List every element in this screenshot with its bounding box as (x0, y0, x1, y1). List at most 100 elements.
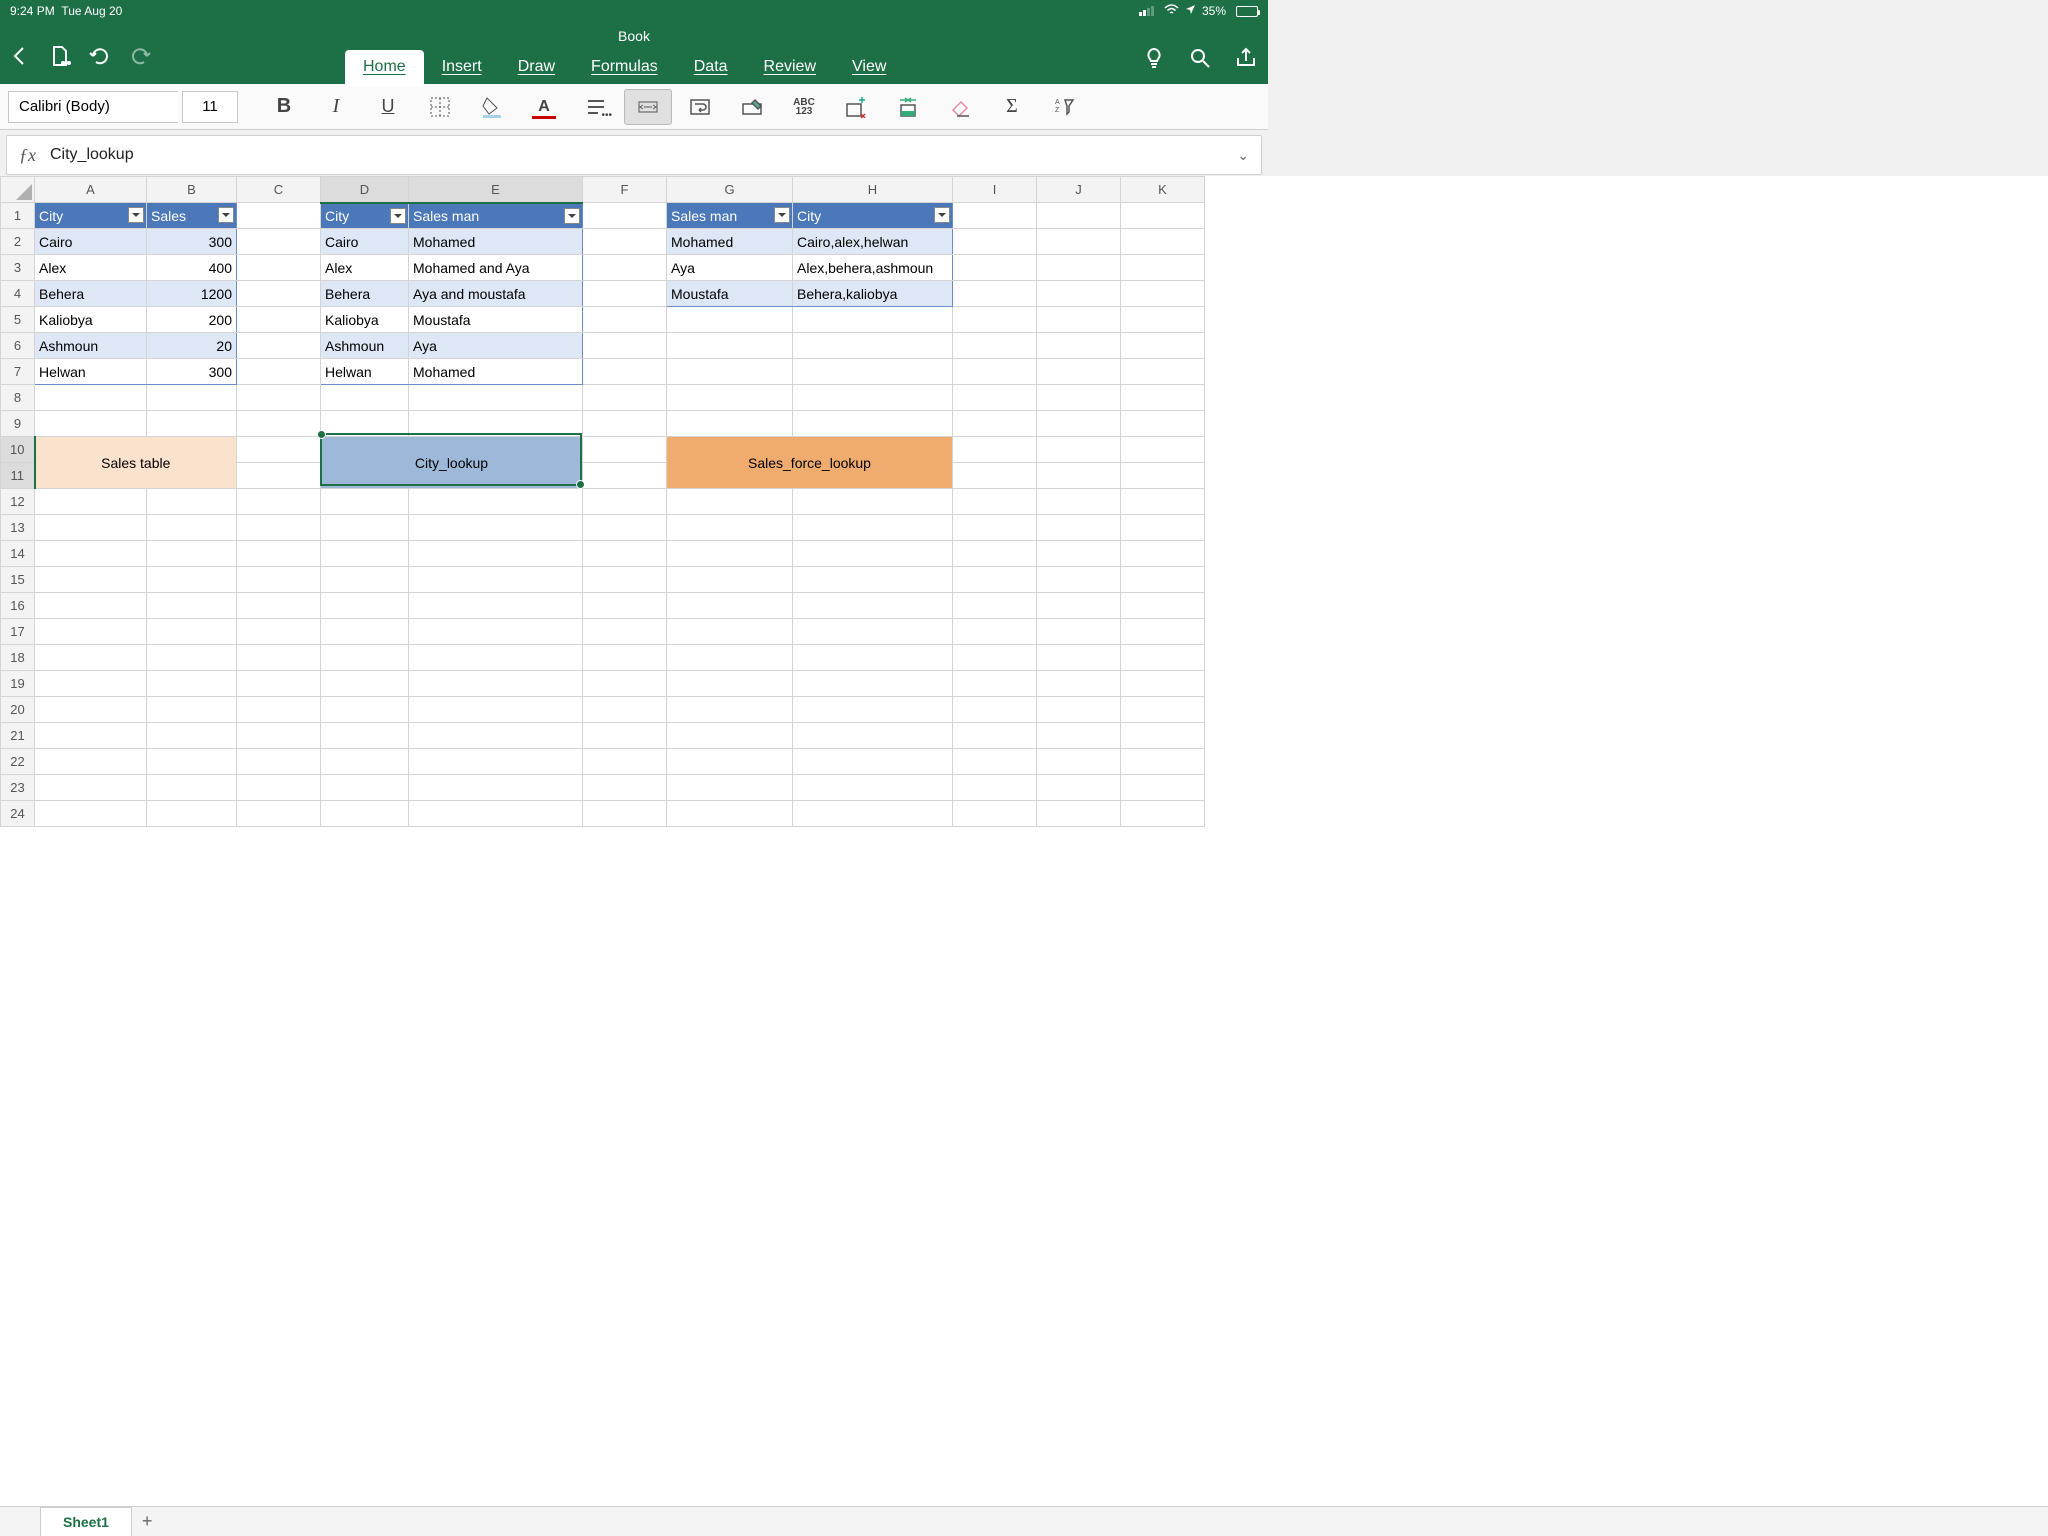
fill-color-button[interactable] (468, 89, 516, 125)
select-all-corner[interactable] (1, 177, 35, 203)
row-5[interactable]: 5 (1, 307, 35, 333)
sheet-table[interactable]: A B C D E F G H I J K 1 City Sales City … (0, 176, 1205, 827)
borders-button[interactable] (416, 89, 464, 125)
cell[interactable]: Alex (321, 255, 409, 281)
row-15[interactable]: 15 (1, 567, 35, 593)
cell[interactable]: 1200 (147, 281, 237, 307)
spreadsheet-grid[interactable]: A B C D E F G H I J K 1 City Sales City … (0, 176, 2048, 1506)
cell[interactable]: Aya and moustafa (409, 281, 583, 307)
cell[interactable]: Moustafa (667, 281, 793, 307)
row-8[interactable]: 8 (1, 385, 35, 411)
cell[interactable]: Cairo (321, 229, 409, 255)
cell[interactable]: Aya (667, 255, 793, 281)
col-G[interactable]: G (667, 177, 793, 203)
row-20[interactable]: 20 (1, 697, 35, 723)
redo-icon[interactable] (128, 44, 152, 68)
cell[interactable]: Alex,behera,ashmoun (793, 255, 953, 281)
cell[interactable]: Mohamed (409, 229, 583, 255)
label-city-lookup[interactable]: City_lookup (321, 437, 583, 489)
row-3[interactable]: 3 (1, 255, 35, 281)
tab-draw[interactable]: Draw (500, 50, 573, 86)
col-C[interactable]: C (237, 177, 321, 203)
filter-dropdown-icon[interactable] (390, 208, 406, 224)
share-icon[interactable] (1234, 46, 1258, 70)
cell[interactable]: Helwan (321, 359, 409, 385)
tab-view[interactable]: View (834, 50, 904, 86)
cell[interactable]: 300 (147, 359, 237, 385)
row-10[interactable]: 10 (1, 437, 35, 463)
cell[interactable]: Behera (321, 281, 409, 307)
col-K[interactable]: K (1121, 177, 1205, 203)
cell[interactable]: Ashmoun (35, 333, 147, 359)
col-F[interactable]: F (583, 177, 667, 203)
col-E[interactable]: E (409, 177, 583, 203)
lightbulb-icon[interactable] (1142, 46, 1166, 70)
row-13[interactable]: 13 (1, 515, 35, 541)
cell[interactable]: Kaliobya (321, 307, 409, 333)
cell[interactable]: 300 (147, 229, 237, 255)
t2-h-city[interactable]: City (321, 203, 409, 229)
filter-dropdown-icon[interactable] (218, 207, 234, 223)
tab-data[interactable]: Data (676, 50, 746, 86)
col-D[interactable]: D (321, 177, 409, 203)
cell[interactable]: Behera (35, 281, 147, 307)
cell[interactable]: 20 (147, 333, 237, 359)
t3-h-city[interactable]: City (793, 203, 953, 229)
formula-value[interactable]: City_lookup (50, 146, 1237, 164)
font-color-button[interactable]: A (520, 89, 568, 125)
add-sheet-button[interactable]: + (132, 1507, 162, 1536)
filter-dropdown-icon[interactable] (774, 207, 790, 223)
row-9[interactable]: 9 (1, 411, 35, 437)
row-11[interactable]: 11 (1, 463, 35, 489)
chevron-down-icon[interactable]: ⌄ (1237, 147, 1249, 164)
row-12[interactable]: 12 (1, 489, 35, 515)
merge-button[interactable] (624, 89, 672, 125)
row-2[interactable]: 2 (1, 229, 35, 255)
t1-h-sales[interactable]: Sales (147, 203, 237, 229)
autosum-button[interactable]: Σ (988, 89, 1036, 125)
cell[interactable]: Moustafa (409, 307, 583, 333)
t2-h-salesman[interactable]: Sales man (409, 203, 583, 229)
row-16[interactable]: 16 (1, 593, 35, 619)
sort-filter-button[interactable]: AZ (1040, 89, 1088, 125)
col-H[interactable]: H (793, 177, 953, 203)
row-18[interactable]: 18 (1, 645, 35, 671)
clear-button[interactable] (936, 89, 984, 125)
italic-button[interactable]: I (312, 89, 360, 125)
t3-h-salesman[interactable]: Sales man (667, 203, 793, 229)
bold-button[interactable]: B (260, 89, 308, 125)
cell[interactable]: Ashmoun (321, 333, 409, 359)
cell[interactable]: Cairo (35, 229, 147, 255)
insert-delete-button[interactable] (832, 89, 880, 125)
cell[interactable]: Alex (35, 255, 147, 281)
label-sfl[interactable]: Sales_force_lookup (667, 437, 953, 489)
cell[interactable]: Cairo,alex,helwan (793, 229, 953, 255)
t1-h-city[interactable]: City (35, 203, 147, 229)
align-button[interactable]: ••• (572, 89, 620, 125)
sheet-tab-1[interactable]: Sheet1 (40, 1507, 132, 1536)
cell[interactable]: Mohamed and Aya (409, 255, 583, 281)
wrap-text-button[interactable] (676, 89, 724, 125)
row-14[interactable]: 14 (1, 541, 35, 567)
cell[interactable]: Kaliobya (35, 307, 147, 333)
filter-dropdown-icon[interactable] (564, 208, 580, 224)
undo-icon[interactable] (88, 44, 112, 68)
cell[interactable]: Helwan (35, 359, 147, 385)
font-selector[interactable]: Calibri (Body) (8, 91, 178, 123)
row-22[interactable]: 22 (1, 749, 35, 775)
label-sales-table[interactable]: Sales table (35, 437, 237, 489)
row-1[interactable]: 1 (1, 203, 35, 229)
cell[interactable]: Mohamed (667, 229, 793, 255)
tab-formulas[interactable]: Formulas (573, 50, 676, 86)
tab-home[interactable]: Home (345, 50, 424, 86)
row-21[interactable]: 21 (1, 723, 35, 749)
filter-dropdown-icon[interactable] (934, 207, 950, 223)
cell[interactable]: Aya (409, 333, 583, 359)
file-menu-icon[interactable] (48, 44, 72, 68)
cell[interactable]: 400 (147, 255, 237, 281)
row-17[interactable]: 17 (1, 619, 35, 645)
col-B[interactable]: B (147, 177, 237, 203)
tab-insert[interactable]: Insert (424, 50, 500, 86)
formula-bar[interactable]: ƒx City_lookup ⌄ (6, 135, 1262, 175)
cell[interactable]: Mohamed (409, 359, 583, 385)
